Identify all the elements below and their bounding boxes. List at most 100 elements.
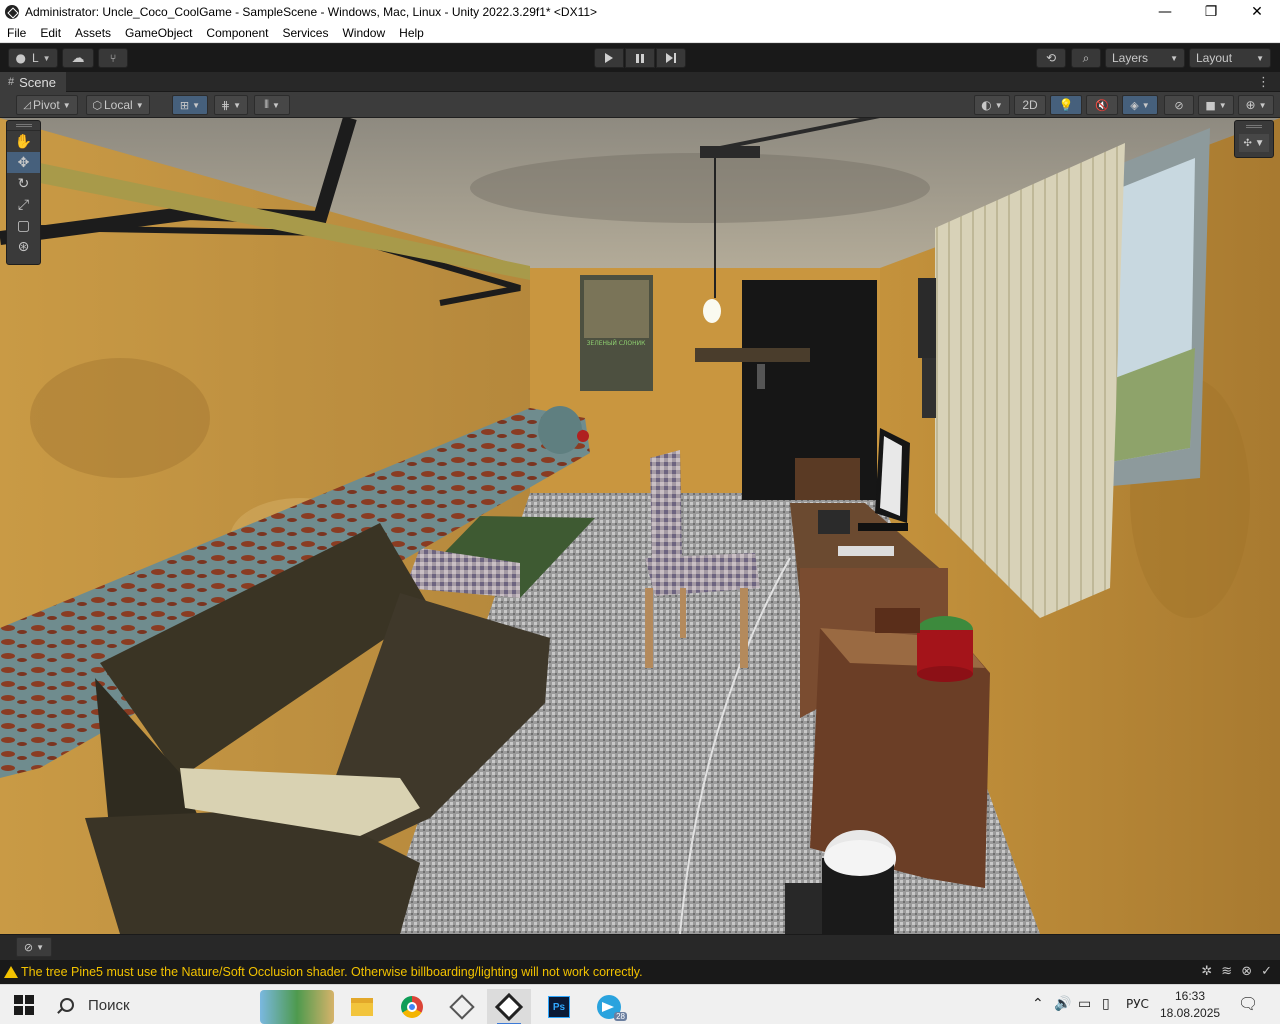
rotate-tool-button[interactable]: ↻ xyxy=(7,173,40,194)
start-button[interactable] xyxy=(14,995,34,1015)
account-dropdown[interactable]: ● L ▼ xyxy=(8,48,58,68)
close-button[interactable]: ✕ xyxy=(1234,0,1280,23)
menu-edit[interactable]: Edit xyxy=(33,26,68,40)
taskbar-photoshop[interactable]: Ps xyxy=(537,989,581,1024)
status-warning-message: The tree Pine5 must use the Nature/Soft … xyxy=(21,965,643,979)
chevron-down-icon: ▼ xyxy=(192,100,201,110)
move-tool-button[interactable]: ✥ xyxy=(7,152,40,173)
effects-layers-icon: ◈ xyxy=(1130,98,1139,112)
layout-dropdown[interactable]: Layout ▼ xyxy=(1189,48,1271,68)
cloud-button[interactable]: ☁ xyxy=(62,48,94,68)
local-dropdown[interactable]: ⬡ Local ▼ xyxy=(86,95,150,115)
globe-icon: ⊕ xyxy=(1245,98,1256,112)
auto-generate-lighting-icon[interactable]: ⊗ xyxy=(1241,964,1252,979)
notifications-icon[interactable]: 🗨 xyxy=(1238,994,1258,1013)
lightbulb-icon: 💡 xyxy=(1058,98,1074,112)
language-indicator[interactable]: РУС xyxy=(1126,997,1149,1011)
more-options-icon[interactable]: ⋮ xyxy=(1257,74,1270,90)
menu-file[interactable]: File xyxy=(0,26,33,40)
network-icon[interactable]: ▭ xyxy=(1078,996,1091,1012)
layout-label: Layout xyxy=(1196,51,1233,65)
chevron-up-icon[interactable]: ⌃ xyxy=(1032,996,1044,1012)
step-button[interactable] xyxy=(656,48,686,68)
menu-component[interactable]: Component xyxy=(199,26,275,40)
compass-icon: ⊘ xyxy=(23,940,34,954)
menu-window[interactable]: Window xyxy=(335,26,392,40)
snap-icon: ⋕ xyxy=(220,99,231,112)
collab-button[interactable]: ⑂ xyxy=(98,48,128,68)
draw-mode-dropdown[interactable]: ◐ ▼ xyxy=(974,95,1010,115)
taskbar-unity-hub[interactable] xyxy=(440,989,484,1024)
chevron-down-icon: ▼ xyxy=(36,942,45,952)
volume-icon[interactable]: 🔊 xyxy=(1054,996,1071,1012)
menu-assets[interactable]: Assets xyxy=(68,26,118,40)
2d-toggle[interactable]: 2D xyxy=(1014,95,1046,115)
chevron-down-icon: ▼ xyxy=(42,53,51,63)
taskbar-telegram[interactable]: 28 xyxy=(587,989,631,1024)
menu-services[interactable]: Services xyxy=(275,26,335,40)
transform-tool-button[interactable]: ⊛ xyxy=(7,236,40,257)
maximize-button[interactable]: ❐ xyxy=(1188,0,1234,23)
drag-handle[interactable] xyxy=(1235,121,1273,131)
search-button[interactable]: ⌕ xyxy=(1071,48,1101,68)
minimize-button[interactable]: — xyxy=(1142,0,1188,23)
hand-tool-button[interactable]: ✋ xyxy=(7,131,40,152)
clock[interactable]: 16:33 18.08.2025 xyxy=(1160,988,1220,1022)
undo-history-button[interactable]: ⟲ xyxy=(1036,48,1066,68)
audio-toggle[interactable]: 🔇 xyxy=(1086,95,1118,115)
photoshop-icon: Ps xyxy=(548,996,570,1018)
taskbar-search[interactable]: Поиск xyxy=(48,985,258,1024)
local-label: Local xyxy=(104,98,133,112)
rotate-icon: ↻ xyxy=(17,175,30,192)
bottom-overlay-dropdown[interactable]: ⊘ ▼ xyxy=(16,937,52,957)
check-icon[interactable]: ✓ xyxy=(1261,964,1272,979)
menu-gameobject[interactable]: GameObject xyxy=(118,26,199,40)
pivot-dropdown[interactable]: ◿ Pivot ▼ xyxy=(16,95,78,115)
snap-increment-dropdown[interactable]: ⋕ ▼ xyxy=(214,95,248,115)
play-button[interactable] xyxy=(594,48,624,68)
menu-bar: File Edit Assets GameObject Component Se… xyxy=(0,23,1280,43)
search-icon xyxy=(60,998,74,1012)
scale-tool-button[interactable]: ⤢ xyxy=(7,194,40,215)
main-toolbar: ● L ▼ ☁ ⑂ ⟲ ⌕ Layers ▼ Layout ▼ xyxy=(0,44,1280,72)
grid-snapping-dropdown[interactable]: ⊞ ▼ xyxy=(172,95,208,115)
view-options-button[interactable]: ✣ ▼ xyxy=(1239,134,1269,152)
drag-handle[interactable] xyxy=(7,121,40,131)
scene-render: ЗЕЛЕНЫЙ СЛОНИК xyxy=(0,118,1280,934)
cloud-icon: ☁ xyxy=(71,50,85,66)
visibility-toggle[interactable]: ⊘ xyxy=(1164,95,1194,115)
widget-thumbnail[interactable] xyxy=(258,989,336,1024)
pivot-label: Pivot xyxy=(33,98,60,112)
layers-dropdown[interactable]: Layers ▼ xyxy=(1105,48,1185,68)
progress-icon[interactable]: ≋ xyxy=(1221,964,1232,979)
menu-help[interactable]: Help xyxy=(392,26,431,40)
taskbar-unity-editor[interactable] xyxy=(487,989,531,1024)
rect-tool-button[interactable]: ▢ xyxy=(7,215,40,236)
scene-viewport[interactable]: ЗЕЛЕНЫЙ СЛОНИК ✋ ✥ ↻ ⤢ ▢ ⊛ ✣ ▼ xyxy=(0,118,1280,934)
ruler-icon: ⦀ xyxy=(264,98,269,111)
chevron-down-icon: ▼ xyxy=(1141,100,1150,110)
history-icon: ⟲ xyxy=(1045,51,1057,65)
move-icon: ✥ xyxy=(17,154,30,171)
version-control-icon: ⑂ xyxy=(109,51,117,65)
battery-icon[interactable]: ▯ xyxy=(1102,996,1110,1012)
tab-scene[interactable]: # Scene xyxy=(0,72,66,92)
folder-icon xyxy=(351,998,373,1016)
camera-dropdown[interactable]: ■ ▼ xyxy=(1198,95,1234,115)
landscape-widget-icon xyxy=(260,990,334,1024)
status-icons: ✲ ≋ ⊗ ✓ xyxy=(1201,964,1272,979)
effects-dropdown[interactable]: ◈ ▼ xyxy=(1122,95,1158,115)
2d-label: 2D xyxy=(1022,98,1038,112)
clock-date: 18.08.2025 xyxy=(1160,1006,1221,1020)
pause-button[interactable] xyxy=(625,48,655,68)
lighting-toggle[interactable]: 💡 xyxy=(1050,95,1082,115)
eye-slash-icon: ⊘ xyxy=(1174,98,1184,112)
bug-icon[interactable]: ✲ xyxy=(1201,964,1212,979)
scene-tab-bar: # Scene ⋮ xyxy=(0,72,1280,92)
gizmos-dropdown[interactable]: ⊕ ▼ xyxy=(1238,95,1274,115)
taskbar-chrome[interactable] xyxy=(390,989,434,1024)
increment-snap-dropdown[interactable]: ⦀ ▼ xyxy=(254,95,290,115)
console-status-bar[interactable]: The tree Pine5 must use the Nature/Soft … xyxy=(0,960,1280,984)
taskbar-file-explorer[interactable] xyxy=(340,989,384,1024)
overlay-bottom-bar: ⊘ ▼ xyxy=(0,934,1280,960)
